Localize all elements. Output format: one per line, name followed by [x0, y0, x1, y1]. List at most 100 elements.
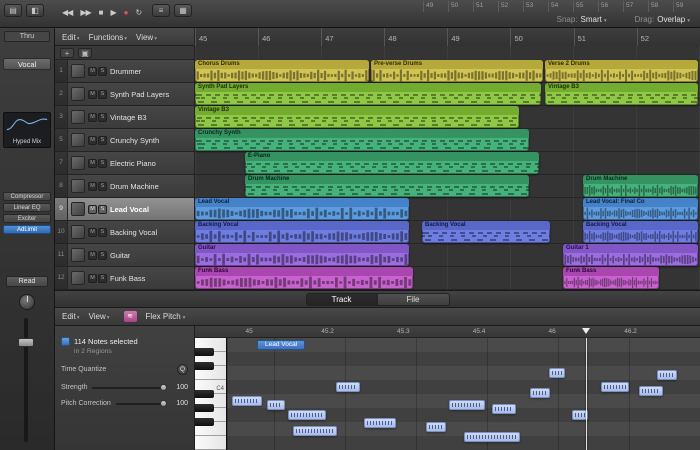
solo-button[interactable]: S	[98, 67, 107, 76]
region-funk-bass[interactable]: Funk Bass	[195, 267, 413, 289]
solo-button[interactable]: S	[98, 136, 107, 145]
piano-black-key[interactable]	[195, 404, 214, 412]
menu-functions[interactable]: Functions▾	[89, 33, 127, 42]
region-e-piano[interactable]: E-Piano	[245, 152, 539, 174]
plugin-slot-compressor[interactable]: Compressor	[3, 192, 51, 201]
mute-button[interactable]: M	[88, 90, 97, 99]
flex-pitch-note[interactable]	[492, 404, 516, 414]
eq-thumbnail[interactable]: Hyped Mix	[3, 112, 51, 148]
region-backing-vocal[interactable]: Backing Vocal	[195, 221, 409, 243]
list-editors-icon[interactable]: ≡	[152, 4, 170, 17]
editor-menu-view[interactable]: View▾	[89, 312, 110, 321]
mute-button[interactable]: M	[88, 228, 97, 237]
region-drum-machine[interactable]: Drum Machine	[245, 175, 529, 197]
add-track-icon[interactable]: +	[60, 48, 74, 58]
flex-pitch-note[interactable]	[449, 400, 485, 410]
flex-pitch-note[interactable]	[639, 386, 663, 396]
mute-button[interactable]: M	[88, 182, 97, 191]
flex-pitch-note[interactable]	[288, 410, 326, 420]
flex-mode-menu[interactable]: Flex Pitch▾	[146, 312, 186, 321]
snap-menu[interactable]: Snap:Smart▾	[557, 15, 607, 24]
region-synth-pad-layers[interactable]: Synth Pad Layers	[195, 83, 541, 105]
stop-icon[interactable]: ■	[99, 8, 103, 17]
strength-slider-knob[interactable]	[160, 384, 167, 391]
region-guitar[interactable]: Guitar	[195, 244, 409, 266]
region-lead-vocal[interactable]: Lead Vocal	[195, 198, 409, 220]
region-vintage-b3[interactable]: Vintage B3	[545, 83, 698, 105]
editor-menu-edit[interactable]: Edit▾	[62, 312, 80, 321]
flex-pitch-note[interactable]	[232, 396, 262, 406]
mute-button[interactable]: M	[88, 113, 97, 122]
solo-button[interactable]: S	[98, 113, 107, 122]
flex-pitch-note[interactable]	[549, 368, 565, 378]
solo-button[interactable]: S	[98, 274, 107, 283]
pan-knob[interactable]	[19, 294, 35, 310]
play-icon[interactable]: ▶	[110, 8, 115, 17]
region-funk-bass[interactable]: Funk Bass	[563, 267, 659, 289]
track-header-vintage-b3[interactable]: 3MSVintage B3	[55, 106, 195, 129]
bar-ruler[interactable]: 4546474849505152	[195, 28, 700, 46]
flex-pitch-note[interactable]	[336, 382, 360, 392]
strength-slider[interactable]	[92, 387, 167, 389]
mute-button[interactable]: M	[88, 251, 97, 260]
piano-black-key[interactable]	[195, 348, 214, 356]
automation-mode-button[interactable]: Read	[6, 276, 48, 287]
piano-black-key[interactable]	[195, 418, 214, 426]
duplicate-track-icon[interactable]: ▣	[78, 48, 92, 58]
pitch-correction-slider-knob[interactable]	[160, 400, 167, 407]
region-backing-vocal[interactable]: Backing Vocal	[422, 221, 550, 243]
record-icon[interactable]: ●	[124, 8, 128, 17]
drag-menu[interactable]: Drag:Overlap▾	[635, 15, 690, 24]
solo-button[interactable]: S	[98, 251, 107, 260]
menu-edit[interactable]: Edit▾	[62, 33, 80, 42]
solo-button[interactable]: S	[98, 228, 107, 237]
mute-button[interactable]: M	[88, 67, 97, 76]
rewind-icon[interactable]: ◀◀	[62, 8, 72, 17]
quantize-button[interactable]: Q	[177, 364, 188, 375]
flex-pitch-note[interactable]	[426, 422, 446, 432]
region-chorus-drums[interactable]: Chorus Drums	[195, 60, 369, 82]
piano-keyboard[interactable]: C4	[195, 338, 227, 450]
plugin-slot-adlimit[interactable]: AdLimit	[3, 225, 51, 234]
mute-button[interactable]: M	[88, 159, 97, 168]
flex-pitch-note[interactable]	[364, 418, 396, 428]
track-header-lead-vocal[interactable]: 9MSLead Vocal	[55, 198, 195, 221]
track-header-drummer[interactable]: 1MSDrummer	[55, 60, 195, 83]
track-header-funk-bass[interactable]: 12MSFunk Bass	[55, 267, 195, 290]
inspector-icon[interactable]: ◧	[26, 4, 44, 17]
flex-pitch-note[interactable]	[657, 370, 677, 380]
piano-black-key[interactable]	[195, 362, 214, 370]
region-backing-vocal[interactable]: Backing Vocal	[583, 221, 698, 243]
track-header-electric-piano[interactable]: 7MSElectric Piano	[55, 152, 195, 175]
region-lead-vocal-final-co[interactable]: Lead Vocal: Final Co	[583, 198, 698, 220]
mute-button[interactable]: M	[88, 274, 97, 283]
flex-pitch-note[interactable]	[464, 432, 520, 442]
tab-file[interactable]: File	[378, 293, 450, 306]
region-vintage-b3[interactable]: Vintage B3	[195, 106, 519, 128]
pitch-correction-slider[interactable]	[116, 403, 167, 405]
track-header-guitar[interactable]: 11MSGuitar	[55, 244, 195, 267]
flex-pitch-note[interactable]	[293, 426, 337, 436]
piano-white-key[interactable]	[195, 436, 226, 450]
fader-cap[interactable]	[18, 338, 34, 347]
cycle-icon[interactable]: ↻	[135, 8, 141, 17]
region-guitar-1[interactable]: Guitar 1	[563, 244, 698, 266]
tab-track[interactable]: Track	[306, 293, 378, 306]
playhead-marker[interactable]	[582, 328, 590, 338]
region-header-chip[interactable]: Lead Vocal	[257, 340, 305, 350]
editor-ruler[interactable]: 4545.245.345.44646.2	[195, 326, 700, 338]
flex-pitch-note[interactable]	[530, 388, 550, 398]
solo-button[interactable]: S	[98, 90, 107, 99]
piano-black-key[interactable]	[195, 390, 214, 398]
solo-button[interactable]: S	[98, 182, 107, 191]
flex-pitch-grid[interactable]: Lead Vocal	[227, 338, 700, 450]
plugin-slot-linear-eq[interactable]: Linear EQ	[3, 203, 51, 212]
menu-view[interactable]: View▾	[136, 33, 157, 42]
library-icon[interactable]: ▤	[4, 4, 22, 17]
track-header-backing-vocal[interactable]: 10MSBacking Vocal	[55, 221, 195, 244]
track-header-crunchy-synth[interactable]: 5MSCrunchy Synth	[55, 129, 195, 152]
region-verse-2-drums[interactable]: Verse 2 Drums	[545, 60, 698, 82]
region-pre-verse-drums[interactable]: Pre-verse Drums	[371, 60, 543, 82]
flex-pitch-note[interactable]	[601, 382, 629, 392]
region-drum-machine[interactable]: Drum Machine	[583, 175, 698, 197]
